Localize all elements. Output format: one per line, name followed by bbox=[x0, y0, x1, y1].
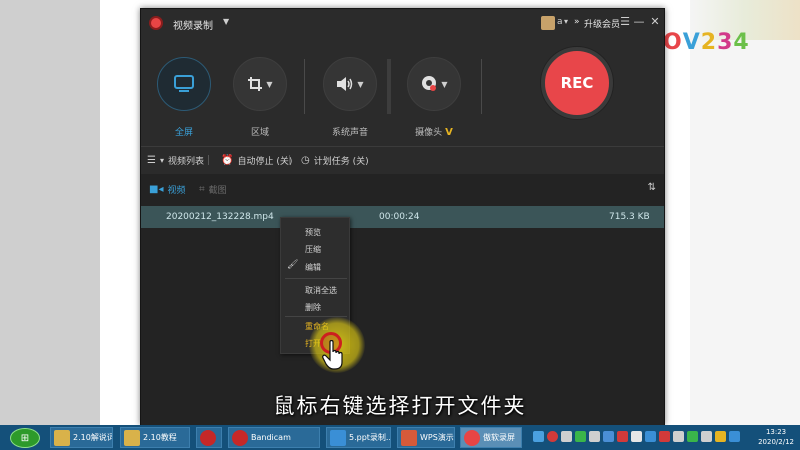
wps-icon bbox=[401, 429, 417, 446]
rec-button[interactable]: REC bbox=[541, 47, 613, 119]
menu-item-deselect-all[interactable]: 取消全选 bbox=[305, 285, 337, 296]
schedule-button[interactable]: ◷ 计划任务 (关) bbox=[301, 154, 369, 167]
video-camera-icon: ■◂ bbox=[149, 184, 164, 195]
options-bar: ☰ ▾ 视频列表 ⏰ 自动停止 (关) ◷ 计划任务 (关) bbox=[141, 146, 664, 172]
taskbar-item[interactable]: 2.10教程 bbox=[120, 427, 190, 448]
separator bbox=[208, 155, 209, 165]
speaker-icon bbox=[337, 77, 353, 91]
crop-icon bbox=[248, 77, 263, 91]
tray-icon[interactable] bbox=[687, 431, 698, 442]
brush-icon: 🖌 bbox=[287, 260, 299, 270]
app-title[interactable]: 视频录制 bbox=[173, 17, 213, 32]
record-icon bbox=[464, 429, 480, 446]
tray-icon[interactable] bbox=[561, 431, 572, 442]
auto-stop-button[interactable]: ⏰ 自动停止 (关) bbox=[221, 154, 292, 167]
tray-icon[interactable] bbox=[589, 431, 600, 442]
menu-item-delete[interactable]: 删除 bbox=[305, 302, 321, 313]
chevron-down-icon: ▼ bbox=[441, 79, 448, 89]
chevron-down-icon[interactable]: ▾ bbox=[564, 17, 568, 26]
windows-logo-icon: ⊞ bbox=[20, 432, 30, 444]
system-audio-button[interactable]: ▼ bbox=[323, 57, 377, 111]
file-name: 20200212_132228.mp4 bbox=[166, 212, 274, 222]
tray-icon[interactable] bbox=[701, 431, 712, 442]
monitor-icon bbox=[174, 75, 194, 92]
ppt-icon bbox=[330, 429, 346, 446]
taskbar-item[interactable]: 傲软录屏 bbox=[460, 427, 522, 448]
webcam-icon bbox=[422, 76, 437, 91]
close-icon[interactable]: ✕ bbox=[648, 15, 662, 29]
chevron-down-icon: ▼ bbox=[266, 79, 273, 89]
webcam-button[interactable]: ▼ bbox=[407, 57, 461, 111]
user-name[interactable]: a bbox=[557, 17, 563, 27]
taskbar: ⊞ 2.10解说词 2.10教程 Bandicam 5.ppt录制... WPS… bbox=[0, 425, 800, 450]
tab-screenshot[interactable]: ⌗ 截图 bbox=[199, 183, 227, 196]
taskbar-item[interactable]: WPS演示 ... bbox=[397, 427, 455, 448]
taskbar-item[interactable]: 5.ppt录制... bbox=[326, 427, 391, 448]
chevron-down-icon: ▾ bbox=[159, 156, 164, 165]
menu-item-preview[interactable]: 预览 bbox=[305, 227, 321, 238]
desktop-background-left bbox=[0, 0, 100, 425]
wechat-icon[interactable] bbox=[575, 431, 586, 442]
panel-tabs: ■◂ 视频 ⌗ 截图 ⇅ bbox=[141, 174, 664, 202]
tray-icon[interactable] bbox=[617, 431, 628, 442]
chevron-down-icon[interactable]: ▼ bbox=[223, 17, 229, 26]
start-button[interactable]: ⊞ bbox=[10, 428, 40, 448]
recording-toolbar: 全屏 ▼ 区域 ▼ 系统声音 ▼ 摄像头 V REC bbox=[141, 37, 664, 147]
region-button[interactable]: ▼ bbox=[233, 57, 287, 111]
toolbar-divider bbox=[481, 59, 482, 114]
tray-icon[interactable] bbox=[673, 431, 684, 442]
clock-icon: ◷ bbox=[301, 155, 310, 166]
upgrade-icon[interactable]: » bbox=[574, 17, 580, 27]
tray-icon[interactable] bbox=[533, 431, 544, 442]
toolbar-divider bbox=[387, 59, 391, 114]
tray-icon[interactable] bbox=[659, 431, 670, 442]
fullscreen-button[interactable] bbox=[157, 57, 211, 111]
menu-item-edit[interactable]: 编辑 bbox=[305, 262, 321, 273]
vip-badge: V bbox=[445, 127, 453, 138]
system-clock[interactable]: 13:23 2020/2/12 bbox=[758, 427, 794, 447]
tray-icon[interactable] bbox=[547, 431, 558, 442]
folder-icon bbox=[54, 429, 70, 446]
tray-icon[interactable] bbox=[631, 431, 642, 442]
crop-icon: ⌗ bbox=[199, 184, 205, 195]
webcam-label: 摄像头 V bbox=[415, 127, 453, 138]
taskbar-item[interactable]: Bandicam bbox=[228, 427, 320, 448]
menu-icon[interactable]: ☰ bbox=[618, 15, 632, 29]
hand-cursor-icon bbox=[322, 340, 343, 370]
sort-icon[interactable]: ⇅ bbox=[648, 182, 656, 193]
app-logo-icon bbox=[149, 16, 163, 30]
user-avatar[interactable] bbox=[541, 16, 555, 30]
minimize-icon[interactable]: — bbox=[632, 15, 646, 29]
taskbar-item[interactable]: 2.10解说词 bbox=[50, 427, 113, 448]
title-bar: 视频录制 ▼ a ▾ » 升级会员 ☰ — ✕ bbox=[141, 9, 664, 37]
upgrade-button[interactable]: 升级会员 bbox=[584, 17, 620, 30]
tab-video[interactable]: ■◂ 视频 bbox=[149, 183, 185, 196]
record-icon bbox=[200, 429, 216, 446]
tray-icon[interactable] bbox=[603, 431, 614, 442]
list-icon: ☰ bbox=[147, 155, 156, 166]
folder-icon bbox=[124, 429, 140, 446]
chevron-down-icon: ▼ bbox=[357, 79, 364, 89]
table-row[interactable]: 20200212_132228.mp4 00:00:24 715.3 KB bbox=[141, 206, 664, 228]
caption-subtitle: 鼠标右键选择打开文件夹 bbox=[273, 394, 527, 418]
tray-icon[interactable] bbox=[715, 431, 726, 442]
system-audio-label: 系统声音 bbox=[331, 128, 368, 138]
toolbar-divider bbox=[304, 59, 305, 114]
file-duration: 00:00:24 bbox=[379, 212, 420, 222]
file-panel: ■◂ 视频 ⌗ 截图 ⇅ 20200212_132228.mp4 00:00:24 … bbox=[141, 174, 664, 426]
tray-icon[interactable] bbox=[729, 431, 740, 442]
menu-item-compress[interactable]: 压缩 bbox=[305, 244, 321, 255]
separator bbox=[289, 155, 290, 165]
video-list-button[interactable]: ☰ ▾ 视频列表 bbox=[147, 154, 204, 167]
file-size: 715.3 KB bbox=[609, 212, 650, 222]
record-icon bbox=[232, 429, 248, 446]
desktop-background-right bbox=[690, 0, 800, 425]
recorder-window: 视频录制 ▼ a ▾ » 升级会员 ☰ — ✕ 全屏 ▼ 区域 ▼ 系统声音 ▼… bbox=[140, 8, 665, 426]
alarm-icon: ⏰ bbox=[221, 155, 234, 166]
menu-separator bbox=[285, 278, 347, 279]
fullscreen-label: 全屏 bbox=[174, 128, 193, 138]
taskbar-item[interactable] bbox=[196, 427, 222, 448]
region-label: 区域 bbox=[250, 128, 269, 138]
tray-icon[interactable] bbox=[645, 431, 656, 442]
